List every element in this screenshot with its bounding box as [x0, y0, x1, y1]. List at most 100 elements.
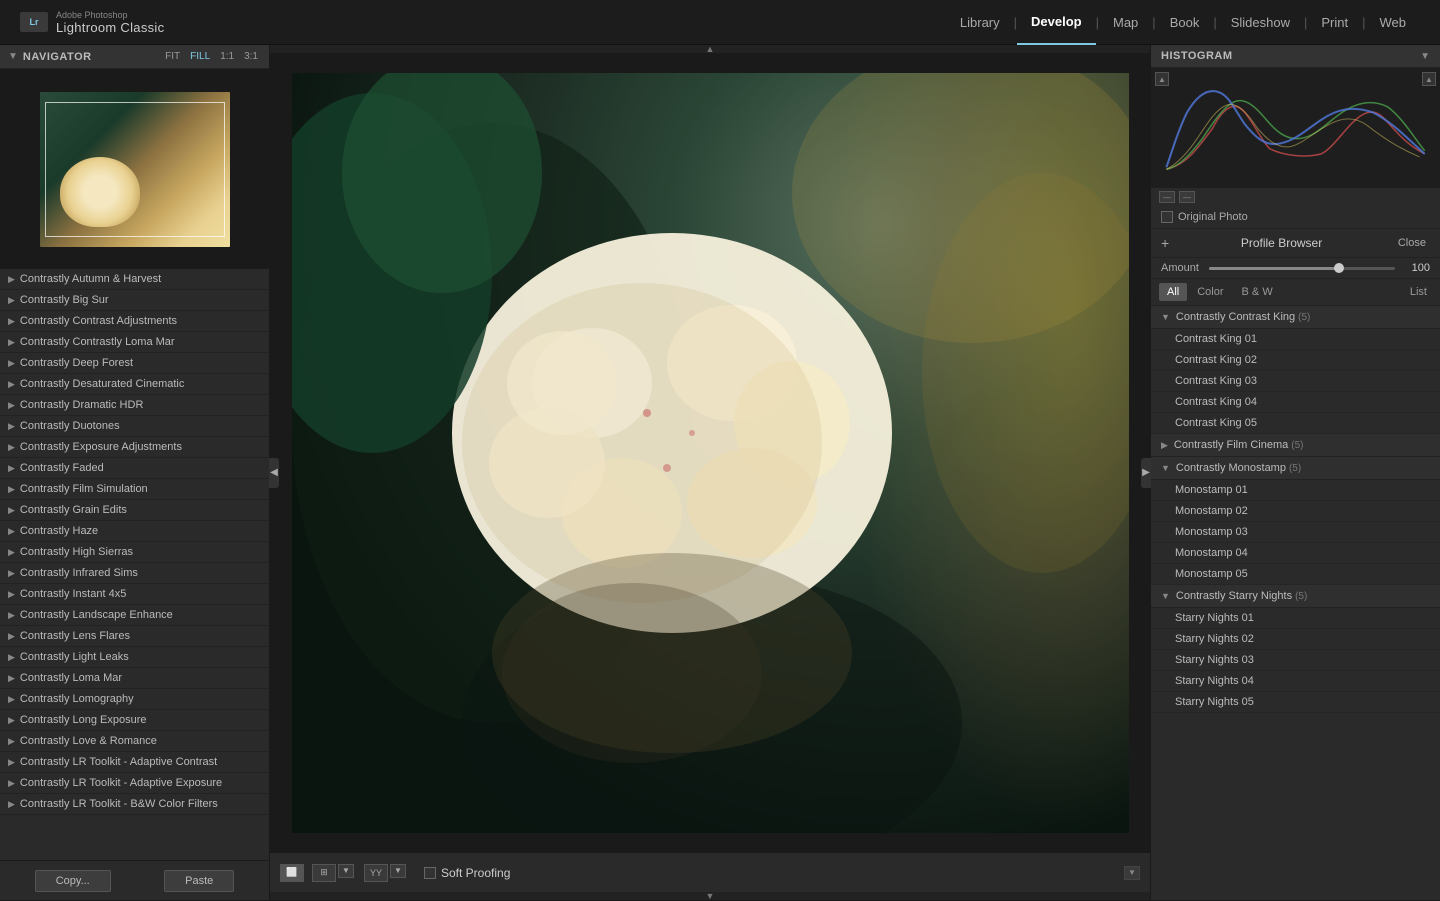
zoom-fit-btn[interactable]: FIT	[162, 50, 183, 63]
profile-group-contrast-king[interactable]: ▼ Contrastly Contrast King (5)	[1151, 306, 1440, 329]
paste-button[interactable]: Paste	[164, 870, 234, 892]
lr-classic-label: Lightroom Classic	[56, 20, 164, 35]
filter-bw-tab[interactable]: B & W	[1234, 283, 1281, 301]
bottom-bar-expand-btn[interactable]: ▼	[1124, 866, 1140, 880]
preset-item-desat-cine[interactable]: ▶ Contrastly Desaturated Cinematic	[0, 374, 269, 395]
preset-item-bigsur[interactable]: ▶ Contrastly Big Sur	[0, 290, 269, 311]
profile-item-ms04[interactable]: Monostamp 04	[1151, 543, 1440, 564]
profile-item-ck03[interactable]: Contrast King 03	[1151, 371, 1440, 392]
brand-text: Adobe Photoshop Lightroom Classic	[56, 10, 164, 35]
navigator-image	[40, 92, 230, 247]
main-flower-image	[292, 73, 1129, 833]
preset-item-lens-flares[interactable]: ▶ Contrastly Lens Flares	[0, 626, 269, 647]
profile-item-sn03[interactable]: Starry Nights 03	[1151, 650, 1440, 671]
profile-item-ms05[interactable]: Monostamp 05	[1151, 564, 1440, 585]
profile-close-button[interactable]: Close	[1394, 235, 1430, 251]
preset-item-lr-toolkit-exposure[interactable]: ▶ Contrastly LR Toolkit - Adaptive Expos…	[0, 773, 269, 794]
preset-item-duotones[interactable]: ▶ Contrastly Duotones	[0, 416, 269, 437]
preset-item-lomography[interactable]: ▶ Contrastly Lomography	[0, 689, 269, 710]
filter-all-tab[interactable]: All	[1159, 283, 1187, 301]
top-panel-toggle[interactable]: ▲	[270, 45, 1150, 53]
preset-item-faded[interactable]: ▶ Contrastly Faded	[0, 458, 269, 479]
preset-item-lr-toolkit-bw[interactable]: ▶ Contrastly LR Toolkit - B&W Color Filt…	[0, 794, 269, 815]
copy-button[interactable]: Copy...	[35, 870, 111, 892]
view-options: ⊞ ▼	[312, 864, 354, 882]
nav-develop[interactable]: Develop	[1017, 0, 1096, 45]
left-panel-toggle[interactable]: ◀	[269, 458, 279, 488]
profile-browser-title: Profile Browser	[1241, 236, 1322, 250]
single-view-btn[interactable]: ⬜	[280, 864, 304, 882]
right-panel-toggle[interactable]: ▶	[1141, 458, 1151, 488]
preset-item-contrast-adj[interactable]: ▶ Contrastly Contrast Adjustments	[0, 311, 269, 332]
nav-web[interactable]: Web	[1366, 0, 1421, 45]
bottom-panel-toggle[interactable]: ▼	[270, 892, 1150, 900]
preset-item-landscape[interactable]: ▶ Contrastly Landscape Enhance	[0, 605, 269, 626]
profile-item-ck05[interactable]: Contrast King 05	[1151, 413, 1440, 434]
profile-add-button[interactable]: +	[1161, 235, 1169, 251]
original-photo-row: Original Photo	[1151, 206, 1440, 229]
preset-item-dramatic-hdr[interactable]: ▶ Contrastly Dramatic HDR	[0, 395, 269, 416]
preset-item-grain[interactable]: ▶ Contrastly Grain Edits	[0, 500, 269, 521]
profile-item-sn04[interactable]: Starry Nights 04	[1151, 671, 1440, 692]
main-image-area	[270, 53, 1150, 852]
preset-item-haze[interactable]: ▶ Contrastly Haze	[0, 521, 269, 542]
zoom-fill-btn[interactable]: FILL	[187, 50, 213, 63]
profile-item-ms02[interactable]: Monostamp 02	[1151, 501, 1440, 522]
zoom-3-1-btn[interactable]: 3:1	[241, 50, 261, 63]
preset-item-deep-forest[interactable]: ▶ Contrastly Deep Forest	[0, 353, 269, 374]
preset-item-loma-mar[interactable]: ▶ Contrastly Loma Mar	[0, 668, 269, 689]
list-view-toggle[interactable]: List	[1405, 283, 1432, 301]
preset-item-infrared[interactable]: ▶ Contrastly Infrared Sims	[0, 563, 269, 584]
preset-item-love-romance[interactable]: ▶ Contrastly Love & Romance	[0, 731, 269, 752]
preset-item-autumn[interactable]: ▶ Contrastly Autumn & Harvest	[0, 269, 269, 290]
nav-library[interactable]: Library	[946, 0, 1014, 45]
compare-view-btn[interactable]: YY	[364, 864, 388, 882]
preset-item-long-exposure[interactable]: ▶ Contrastly Long Exposure	[0, 710, 269, 731]
profile-item-ck04[interactable]: Contrast King 04	[1151, 392, 1440, 413]
soft-proofing-checkbox[interactable]	[424, 867, 436, 879]
histogram-header[interactable]: Histogram ▼	[1151, 45, 1440, 68]
hist-icon-1[interactable]: —	[1159, 191, 1175, 203]
profile-item-ck02[interactable]: Contrast King 02	[1151, 350, 1440, 371]
soft-proofing-area: Soft Proofing	[424, 866, 510, 880]
profile-group-monostamp-name: Contrastly Monostamp	[1176, 462, 1286, 474]
preset-item-exposure[interactable]: ▶ Contrastly Exposure Adjustments	[0, 437, 269, 458]
nav-map[interactable]: Map	[1099, 0, 1152, 45]
nav-slideshow[interactable]: Slideshow	[1217, 0, 1304, 45]
image-bottom-bar: ⬜ ⊞ ▼ YY ▼ Soft Proofing ▼	[270, 852, 1150, 892]
nav-print[interactable]: Print	[1307, 0, 1362, 45]
preset-item-light-leaks[interactable]: ▶ Contrastly Light Leaks	[0, 647, 269, 668]
view-dropdown-btn[interactable]: ▼	[338, 864, 354, 878]
grid-view-btn[interactable]: ⊞	[312, 864, 336, 882]
amount-label: Amount	[1161, 262, 1199, 274]
zoom-1-1-btn[interactable]: 1:1	[217, 50, 237, 63]
profile-group-monostamp[interactable]: ▼ Contrastly Monostamp (5)	[1151, 457, 1440, 480]
preset-item-instant[interactable]: ▶ Contrastly Instant 4x5	[0, 584, 269, 605]
navigator-controls: FIT FILL 1:1 3:1	[162, 50, 261, 63]
profile-item-ms01[interactable]: Monostamp 01	[1151, 480, 1440, 501]
preset-item-film-sim[interactable]: ▶ Contrastly Film Simulation	[0, 479, 269, 500]
shadow-clipping-btn[interactable]: ▲	[1155, 72, 1169, 86]
preset-item-loma-mar-orig[interactable]: ▶ Contrastly Contrastly Loma Mar	[0, 332, 269, 353]
profile-item-ck01[interactable]: Contrast King 01	[1151, 329, 1440, 350]
profile-item-sn01[interactable]: Starry Nights 01	[1151, 608, 1440, 629]
amount-slider[interactable]	[1209, 267, 1395, 270]
compare-dropdown-btn[interactable]: ▼	[390, 864, 406, 878]
profile-group-film-cinema[interactable]: ▶ Contrastly Film Cinema (5)	[1151, 434, 1440, 457]
highlight-clipping-btn[interactable]: ▲	[1422, 72, 1436, 86]
profile-group-starry-nights[interactable]: ▼ Contrastly Starry Nights (5)	[1151, 585, 1440, 608]
profile-item-ms03[interactable]: Monostamp 03	[1151, 522, 1440, 543]
preset-item-high-sierras[interactable]: ▶ Contrastly High Sierras	[0, 542, 269, 563]
preset-item-lr-toolkit-contrast[interactable]: ▶ Contrastly LR Toolkit - Adaptive Contr…	[0, 752, 269, 773]
profile-item-sn05[interactable]: Starry Nights 05	[1151, 692, 1440, 713]
histogram-dropdown-arrow[interactable]: ▼	[1420, 51, 1430, 62]
navigator-collapse-arrow: ▼	[8, 51, 18, 62]
nav-book[interactable]: Book	[1156, 0, 1214, 45]
histogram-title: Histogram	[1161, 50, 1233, 62]
filter-color-tab[interactable]: Color	[1189, 283, 1231, 301]
hist-icon-2[interactable]: —	[1179, 191, 1195, 203]
right-panel: Histogram ▼ ▲ ▲	[1150, 45, 1440, 900]
navigator-header[interactable]: ▼ Navigator FIT FILL 1:1 3:1	[0, 45, 269, 69]
original-photo-checkbox[interactable]	[1161, 211, 1173, 223]
profile-item-sn02[interactable]: Starry Nights 02	[1151, 629, 1440, 650]
